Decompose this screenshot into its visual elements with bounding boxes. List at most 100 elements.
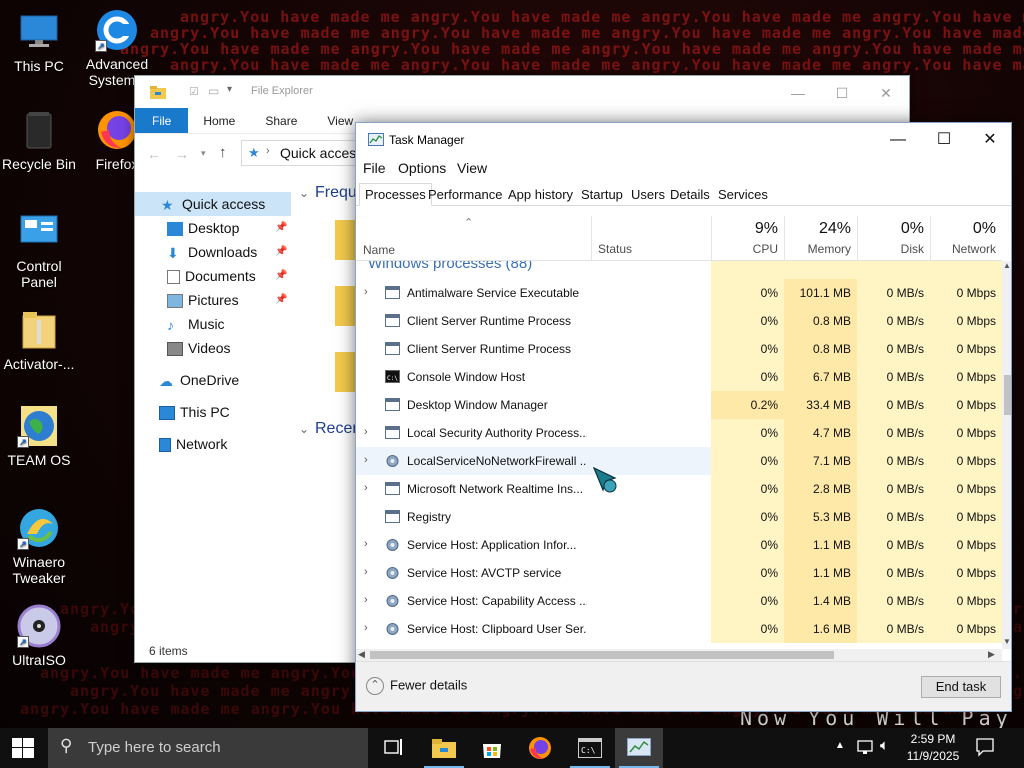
nav-item-this-pc[interactable]: This PC bbox=[135, 400, 291, 424]
tab-details[interactable]: Details bbox=[664, 183, 716, 206]
maximize-button[interactable]: ☐ bbox=[921, 123, 967, 157]
process-row[interactable]: › LocalServiceNoNetworkFirewall ... 0% 7.1 … bbox=[356, 447, 1002, 475]
menu-view[interactable]: View bbox=[457, 160, 487, 176]
process-list[interactable]: Windows processes (88) › Antimalware Serv… bbox=[356, 261, 1002, 649]
maximize-button[interactable]: ☐ bbox=[819, 80, 865, 106]
desktop-icon-team-os[interactable]: ↗ TEAM OS bbox=[0, 404, 78, 468]
minimize-button[interactable]: — bbox=[775, 80, 821, 106]
folder-icon[interactable] bbox=[335, 352, 357, 392]
nav-item-onedrive[interactable]: ☁ OneDrive bbox=[135, 368, 291, 392]
desktop-icon-winaero-tweaker[interactable]: ↗ Winaero Tweaker bbox=[0, 506, 78, 586]
column-memory-header[interactable]: 24% Memory bbox=[784, 216, 857, 261]
desktop-icon-this-pc[interactable]: This PC bbox=[0, 10, 78, 74]
tab-performance[interactable]: Performance bbox=[422, 183, 508, 206]
explorer-titlebar[interactable]: ☑ ▭ ▾ File Explorer — ☐ ✕ bbox=[135, 76, 909, 108]
chevron-right-icon[interactable]: › bbox=[364, 538, 368, 550]
taskbar-task-manager[interactable] bbox=[615, 728, 663, 768]
column-name[interactable]: Name bbox=[363, 243, 395, 257]
end-task-button[interactable]: End task bbox=[921, 676, 1001, 698]
process-row[interactable]: › Antimalware Service Executable 0% 101.1 M… bbox=[356, 279, 1002, 307]
desktop-icon-ultraiso[interactable]: ↗ UltraISO bbox=[0, 604, 78, 668]
process-row[interactable]: › Local Security Authority Process... 0% 4.… bbox=[356, 419, 1002, 447]
scroll-thumb[interactable] bbox=[1004, 375, 1011, 415]
fewer-details-button[interactable]: ⌃ Fewer details bbox=[366, 677, 467, 695]
ribbon-tab-share[interactable]: Share bbox=[250, 108, 312, 133]
column-network-header[interactable]: 0% Network bbox=[930, 216, 1002, 261]
scroll-right-icon[interactable]: ▶ bbox=[988, 649, 995, 660]
close-button[interactable]: ✕ bbox=[863, 80, 909, 106]
chevron-down-icon[interactable]: ▾ bbox=[227, 84, 232, 95]
process-row[interactable]: Client Server Runtime Process 0% 0.8 MB 0 M… bbox=[356, 335, 1002, 363]
column-status-header[interactable]: Status bbox=[591, 216, 711, 261]
nav-item-documents[interactable]: Documents 📌 bbox=[135, 264, 291, 288]
group-header-row[interactable]: Windows processes (88) bbox=[356, 261, 1002, 279]
minimize-button[interactable]: — bbox=[875, 123, 921, 157]
desktop-icon-recycle-bin[interactable]: Recycle Bin bbox=[0, 108, 78, 172]
ribbon-tab-file[interactable]: File bbox=[135, 108, 189, 133]
chevron-right-icon[interactable]: › bbox=[364, 566, 368, 578]
menu-options[interactable]: Options bbox=[398, 160, 446, 176]
taskbar-file-explorer[interactable] bbox=[420, 728, 468, 768]
nav-item-quick-access[interactable]: ★ Quick access bbox=[135, 192, 291, 216]
process-row[interactable]: Client Server Runtime Process 0% 0.8 MB 0 M… bbox=[356, 307, 1002, 335]
chevron-right-icon[interactable]: › bbox=[364, 454, 368, 466]
volume-muted-icon[interactable]: 🔈︎ bbox=[880, 737, 889, 754]
folder-icon[interactable] bbox=[335, 220, 357, 260]
process-row[interactable]: C:\ Console Window Host 0% 6.7 MB 0 MB/s 0 Mb… bbox=[356, 363, 1002, 391]
horizontal-scrollbar[interactable]: ◀ ▶ bbox=[356, 649, 1002, 661]
tab-startup[interactable]: Startup bbox=[575, 183, 629, 206]
notification-center-icon[interactable] bbox=[975, 737, 995, 760]
close-button[interactable]: ✕ bbox=[967, 123, 1011, 157]
chevron-right-icon[interactable]: › bbox=[364, 426, 368, 438]
collapse-chevron-icon[interactable]: ⌄ bbox=[299, 422, 309, 436]
scroll-down-icon[interactable]: ▼ bbox=[1003, 637, 1011, 646]
folder-icon[interactable] bbox=[335, 286, 357, 326]
scroll-up-icon[interactable]: ▲ bbox=[1003, 261, 1011, 270]
scroll-thumb[interactable] bbox=[370, 651, 834, 659]
tab-services[interactable]: Services bbox=[712, 183, 774, 206]
save-icon[interactable]: ☑ bbox=[189, 85, 199, 98]
show-hidden-icons-chevron[interactable]: ▲ bbox=[835, 740, 845, 751]
new-folder-icon[interactable]: ▭ bbox=[208, 84, 219, 98]
back-arrow-icon[interactable]: ← bbox=[147, 146, 161, 162]
desktop-icon-control-panel[interactable]: Control Panel bbox=[0, 210, 78, 290]
section-frequent-heading[interactable]: Frequ bbox=[315, 184, 357, 202]
nav-item-music[interactable]: ♪ Music bbox=[135, 312, 291, 336]
chevron-right-icon[interactable]: › bbox=[364, 482, 368, 494]
chevron-right-icon[interactable]: › bbox=[364, 622, 368, 634]
nav-item-desktop[interactable]: Desktop 📌 bbox=[135, 216, 291, 240]
taskbar-command-prompt[interactable]: C:\ bbox=[566, 728, 614, 768]
process-row[interactable]: › Microsoft Network Realtime Ins... 0% 2.8 … bbox=[356, 475, 1002, 503]
taskbar-firefox[interactable] bbox=[516, 728, 564, 768]
taskbar-store[interactable] bbox=[468, 728, 516, 768]
system-clock[interactable]: 2:59 PM 11/9/2025 bbox=[900, 731, 966, 765]
vertical-scrollbar[interactable]: ▲ ▼ bbox=[1002, 261, 1011, 649]
chevron-right-icon[interactable]: › bbox=[364, 286, 368, 298]
up-arrow-icon[interactable]: ↑ bbox=[219, 144, 227, 161]
nav-item-downloads[interactable]: ⬇ Downloads 📌 bbox=[135, 240, 291, 264]
network-tray-icon[interactable] bbox=[857, 738, 875, 759]
task-manager-titlebar[interactable]: Task Manager — ☐ ✕ bbox=[356, 123, 1011, 157]
chevron-right-icon[interactable]: › bbox=[364, 594, 368, 606]
nav-item-network[interactable]: Network bbox=[135, 432, 291, 456]
collapse-chevron-icon[interactable]: ⌄ bbox=[299, 186, 309, 200]
process-row[interactable]: Desktop Window Manager 0.2% 33.4 MB 0 MB/s 0… bbox=[356, 391, 1002, 419]
process-row[interactable]: › Service Host: Capability Access ... 0% 1.… bbox=[356, 587, 1002, 615]
nav-item-pictures[interactable]: Pictures 📌 bbox=[135, 288, 291, 312]
search-box[interactable]: ⚲ Type here to search bbox=[48, 728, 368, 768]
windows-start-icon[interactable] bbox=[12, 738, 34, 761]
tab-processes[interactable]: Processes bbox=[359, 183, 432, 206]
scroll-left-icon[interactable]: ◀ bbox=[358, 649, 365, 660]
process-row[interactable]: › Service Host: Application Infor... 0% 1.1… bbox=[356, 531, 1002, 559]
task-manager-window[interactable]: Task Manager — ☐ ✕ File Options View Pro… bbox=[355, 122, 1012, 712]
desktop-icon-activator[interactable]: Activator-... bbox=[0, 308, 78, 372]
ribbon-tab-home[interactable]: Home bbox=[188, 108, 250, 133]
menu-file[interactable]: File bbox=[363, 160, 386, 176]
recent-chevron-icon[interactable]: ▾ bbox=[201, 148, 206, 159]
forward-arrow-icon[interactable]: → bbox=[175, 146, 189, 162]
column-cpu-header[interactable]: 9% CPU bbox=[711, 216, 784, 261]
nav-item-videos[interactable]: Videos bbox=[135, 336, 291, 360]
column-disk-header[interactable]: 0% Disk bbox=[857, 216, 930, 261]
process-row[interactable]: › Service Host: Clipboard User Ser... 0% 1.… bbox=[356, 615, 1002, 643]
process-row[interactable]: Registry 0% 5.3 MB 0 MB/s 0 Mbps bbox=[356, 503, 1002, 531]
